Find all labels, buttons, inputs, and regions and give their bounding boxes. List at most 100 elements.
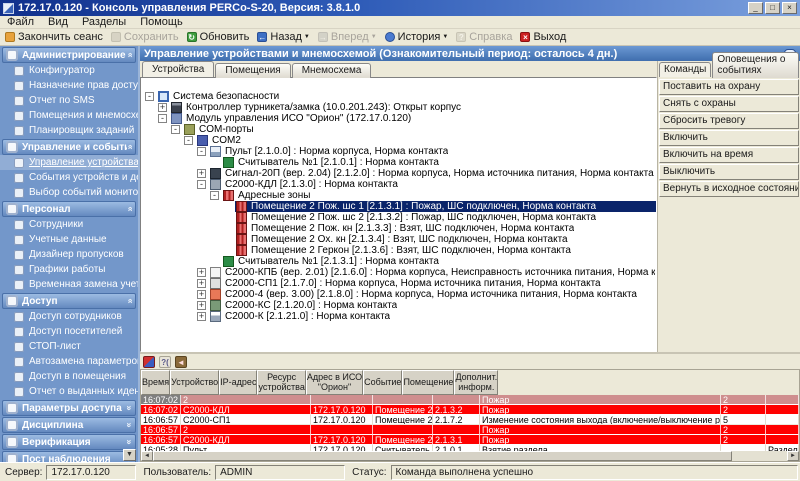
main-tab[interactable]: Устройства: [142, 61, 214, 77]
sidebar-section-header[interactable]: Дисциплина »: [2, 417, 136, 433]
expand-toggle-icon[interactable]: [184, 136, 193, 145]
column-header[interactable]: Время: [141, 370, 170, 395]
tree-item-content[interactable]: Помещение 2 Пож. шс 2 [2.1.3.2] : Пожар,…: [235, 212, 656, 223]
toolbar-button[interactable]: ← Назад ▼: [254, 30, 314, 44]
scrollbar-track[interactable]: [732, 451, 787, 461]
tree-item[interactable]: Контроллер турникета/замка (10.0.201.243…: [141, 102, 656, 113]
chevron-icon[interactable]: »: [124, 52, 134, 57]
flag-icon[interactable]: [143, 356, 155, 368]
tree-item-content[interactable]: Помещение 2 Ох. кн [2.1.3.4] : Взят, ШС …: [235, 234, 656, 245]
command-button[interactable]: Снять с охраны: [659, 96, 799, 112]
tree-item[interactable]: Помещение 2 Ох. кн [2.1.3.4] : Взят, ШС …: [141, 234, 656, 245]
scrollbar-thumb[interactable]: [153, 451, 732, 461]
expand-toggle-icon[interactable]: [210, 191, 219, 200]
query-icon[interactable]: ?(: [159, 356, 171, 368]
command-button[interactable]: Включить: [659, 130, 799, 146]
chevron-icon[interactable]: »: [124, 144, 134, 149]
sidebar-item[interactable]: Отчет о выданных идентиф...: [0, 384, 138, 399]
toolbar-button[interactable]: Закончить сеанс ▼: [2, 30, 108, 44]
expand-toggle-icon[interactable]: [197, 290, 206, 299]
column-header[interactable]: Адрес в ИСО "Орион": [306, 370, 363, 395]
toolbar-button[interactable]: → Вперед ▼: [315, 30, 382, 44]
expand-toggle-icon[interactable]: [197, 268, 206, 277]
sidebar-item[interactable]: Временная замена учетных ...: [0, 277, 138, 292]
tree-item[interactable]: Помещение 2 Пож. кн [2.1.3.3] : Взят, ШС…: [141, 223, 656, 234]
sidebar-section-header[interactable]: Доступ »: [2, 293, 136, 309]
sidebar-section-header[interactable]: Параметры доступа »: [2, 400, 136, 416]
sidebar-item[interactable]: Конфигуратор: [0, 63, 138, 78]
tree-item-content[interactable]: Контроллер турникета/замка (10.0.201.243…: [170, 102, 656, 113]
tree-item-content[interactable]: Считыватель №1 [2.1.3.1] : Норма контакт…: [222, 256, 656, 267]
tree-item[interactable]: Система безопасности: [141, 91, 656, 102]
column-header[interactable]: Устройство: [170, 370, 219, 395]
table-row[interactable]: 16:06:57 С2000-СП1 172.17.0.120 Помещени…: [141, 415, 799, 425]
dropdown-arrow-icon[interactable]: ▼: [304, 34, 310, 40]
close-button[interactable]: ×: [782, 2, 797, 14]
tree-item[interactable]: Помещение 2 Пож. шс 2 [2.1.3.2] : Пожар,…: [141, 212, 656, 223]
command-button[interactable]: Включить на время: [659, 147, 799, 163]
commands-tab[interactable]: Команды: [659, 62, 711, 77]
tree-item-content[interactable]: Помещение 2 Пож. кн [2.1.3.3] : Взят, ШС…: [235, 223, 656, 234]
tree-item-content[interactable]: С2000-КДЛ [2.1.3.0] : Норма контакта: [209, 179, 656, 190]
tree-item[interactable]: С2000-4 (вер. 3.00) [2.1.8.0] : Норма ко…: [141, 289, 656, 300]
tree-item[interactable]: Считыватель №1 [2.1.0.1] : Норма контакт…: [141, 157, 656, 168]
sidebar-item[interactable]: Дизайнер пропусков: [0, 247, 138, 262]
tree-item[interactable]: Модуль управления ИСО "Орион" (172.17.0.…: [141, 113, 656, 124]
column-header[interactable]: Помещение: [402, 370, 454, 395]
chevron-icon[interactable]: »: [124, 422, 134, 427]
toolbar-button[interactable]: ↻ Обновить ▼: [184, 30, 255, 44]
horizontal-scrollbar[interactable]: ◄ ►: [140, 451, 800, 462]
menu-item[interactable]: Файл: [0, 16, 41, 28]
sidebar-item[interactable]: Учетные данные: [0, 232, 138, 247]
table-row[interactable]: 16:06:57 С2000-КДЛ 172.17.0.120 Помещени…: [141, 435, 799, 445]
expand-toggle-icon[interactable]: [158, 103, 167, 112]
expand-toggle-icon[interactable]: [197, 180, 206, 189]
door-exit-icon[interactable]: ◄: [175, 356, 187, 368]
tree-item-content[interactable]: Помещение 2 Пож. шс 1 [2.1.3.1] : Пожар,…: [235, 201, 656, 212]
toolbar-button[interactable]: ? Справка ▼: [453, 30, 517, 44]
expand-toggle-icon[interactable]: [197, 147, 206, 156]
tree-item-content[interactable]: COM-порты: [183, 124, 656, 135]
tree-item[interactable]: С2000-КПБ (вер. 2.01) [2.1.6.0] : Норма …: [141, 267, 656, 278]
tree-item-content[interactable]: С2000-4 (вер. 3.00) [2.1.8.0] : Норма ко…: [209, 289, 656, 300]
sidebar-item[interactable]: Доступ посетителей: [0, 324, 138, 339]
main-tab[interactable]: Помещения: [215, 63, 290, 78]
sidebar-item[interactable]: СТОП-лист: [0, 339, 138, 354]
toolbar-button[interactable]: × Выход ▼: [517, 30, 571, 44]
expand-toggle-icon[interactable]: [197, 169, 206, 178]
sidebar-section-header[interactable]: Администрирование »: [2, 47, 136, 63]
sidebar-item[interactable]: Выбор событий мониторинга: [0, 185, 138, 200]
command-button[interactable]: Вернуть в исходное состояние: [659, 181, 799, 197]
command-button[interactable]: Сбросить тревогу: [659, 113, 799, 129]
command-button[interactable]: Поставить на охрану: [659, 79, 799, 95]
column-header[interactable]: Дополнит. информ.: [454, 370, 498, 395]
tree-item-content[interactable]: Пульт [2.1.0.0] : Норма корпуса, Норма к…: [209, 146, 656, 157]
tree-item[interactable]: Адресные зоны: [141, 190, 656, 201]
column-header[interactable]: Ресурс устройства: [257, 370, 305, 395]
tree-item[interactable]: С2000-СП1 [2.1.7.0] : Норма корпуса, Нор…: [141, 278, 656, 289]
sidebar-item[interactable]: Доступ сотрудников: [0, 309, 138, 324]
sidebar-item[interactable]: Отчет по SMS: [0, 93, 138, 108]
sidebar-item[interactable]: Помещения и мнемосхема: [0, 108, 138, 123]
tree-item-content[interactable]: COM2: [196, 135, 656, 146]
tree-item-content[interactable]: С2000-СП1 [2.1.7.0] : Норма корпуса, Нор…: [209, 278, 656, 289]
tree-item-content[interactable]: Модуль управления ИСО "Орион" (172.17.0.…: [170, 113, 656, 124]
chevron-icon[interactable]: »: [124, 298, 134, 303]
table-row[interactable]: 16:07:02 2 Пожар 2: [141, 395, 799, 405]
sidebar-section-header[interactable]: Персонал »: [2, 201, 136, 217]
sidebar-section-header[interactable]: Верификация »: [2, 434, 136, 450]
expand-toggle-icon[interactable]: [158, 114, 167, 123]
tree-item[interactable]: С2000-К [2.1.21.0] : Норма контакта: [141, 311, 656, 322]
sidebar-item[interactable]: Сотрудники: [0, 217, 138, 232]
sidebar-item[interactable]: Назначение прав доступа о...: [0, 78, 138, 93]
menu-item[interactable]: Помощь: [133, 16, 190, 28]
tree-item[interactable]: Сигнал-20П (вер. 2.04) [2.1.2.0] : Норма…: [141, 168, 656, 179]
sidebar-scroll-down-button[interactable]: ▼: [123, 449, 136, 461]
sidebar-item[interactable]: Планировщик заданий: [0, 123, 138, 138]
tree-item[interactable]: COM2: [141, 135, 656, 146]
commands-tab[interactable]: Оповещения о событиях: [712, 52, 799, 78]
expand-toggle-icon[interactable]: [145, 92, 154, 101]
expand-toggle-icon[interactable]: [197, 279, 206, 288]
chevron-icon[interactable]: »: [124, 206, 134, 211]
command-button[interactable]: Выключить: [659, 164, 799, 180]
